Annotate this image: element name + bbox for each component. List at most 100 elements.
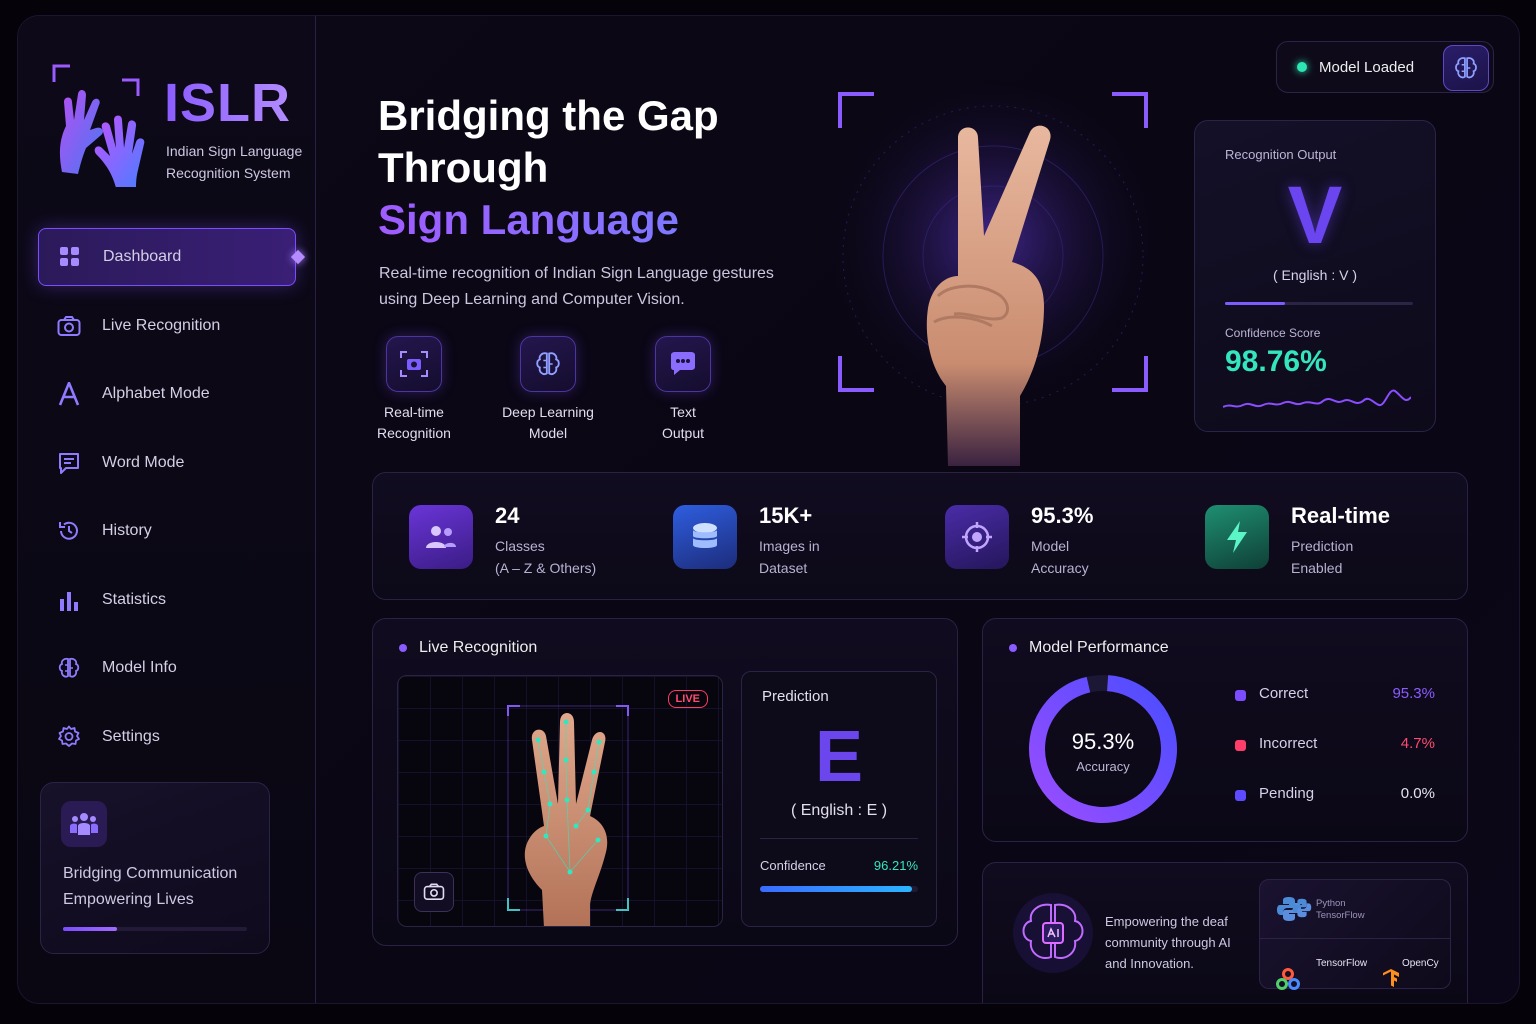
stat-label: Classes (A – Z & Others) xyxy=(495,535,596,579)
stat-label-line: Classes xyxy=(495,538,545,554)
legend-value: 4.7% xyxy=(1400,735,1435,752)
stat-label-line: Images in xyxy=(759,538,820,554)
legend-label: Correct xyxy=(1259,685,1309,702)
tech-python: Python TensorFlow xyxy=(1292,898,1365,922)
legend-swatch xyxy=(1235,740,1246,751)
mission-card: Bridging Communication Empowering Lives xyxy=(40,782,270,954)
mission-line-2: Empowering Lives xyxy=(63,891,194,908)
mission-text: Bridging Communication Empowering Lives xyxy=(63,861,263,913)
stat-label-line: Model xyxy=(1031,538,1070,554)
recognition-progress-fill xyxy=(1225,302,1285,305)
history-icon xyxy=(56,518,82,544)
tensorflow-logo-icon xyxy=(1383,969,1399,987)
legend-value: 0.0% xyxy=(1400,785,1435,802)
feature-label: Real-time xyxy=(384,404,444,420)
stat-label-line: Dataset xyxy=(759,560,808,576)
hand-sign-v-image xyxy=(823,86,1163,466)
sidebar-item-dashboard[interactable]: Dashboard xyxy=(38,228,296,286)
model-performance-panel: Model Performance 95.3% Accuracy Correct… xyxy=(982,618,1468,842)
model-status-pill[interactable]: Model Loaded xyxy=(1276,41,1494,93)
python-logo-icon xyxy=(1292,898,1312,918)
brain-icon[interactable] xyxy=(1443,45,1489,91)
legend-label: Pending xyxy=(1259,785,1315,802)
sidebar-item-live-recognition[interactable]: Live Recognition xyxy=(38,297,296,355)
camera-icon xyxy=(386,336,442,392)
tech-tensorflow: TensorFlow xyxy=(1316,958,1368,969)
bar-chart-icon xyxy=(56,587,82,613)
sidebar-item-word-mode[interactable]: Word Mode xyxy=(38,434,296,492)
confidence-score-label: Confidence Score xyxy=(1225,326,1321,340)
performance-title-text: Model Performance xyxy=(1029,639,1169,656)
stat-label-line: Enabled xyxy=(1291,560,1343,576)
title-dot xyxy=(399,644,407,652)
prediction-card: Prediction E ( English : E ) Confidence … xyxy=(741,671,937,927)
sidebar-item-label: Settings xyxy=(102,727,160,745)
sidebar-item-label: Word Mode xyxy=(102,453,185,471)
sidebar-item-model-info[interactable]: Model Info xyxy=(38,639,296,697)
status-dot xyxy=(1297,62,1307,72)
panel-title: Model Performance xyxy=(1009,639,1169,657)
sidebar-item-statistics[interactable]: Statistics xyxy=(38,571,296,629)
confidence-label: Confidence xyxy=(760,858,826,873)
brain-icon xyxy=(56,655,82,681)
legend-swatch xyxy=(1235,690,1246,701)
feature-label: Output xyxy=(661,425,705,441)
feature-text-output[interactable]: Text Output xyxy=(623,336,743,444)
legend-label: Incorrect xyxy=(1259,735,1318,752)
divider xyxy=(760,838,918,839)
donut-value: 95.3% xyxy=(1071,729,1135,754)
feature-deep-learning[interactable]: Deep Learning Model xyxy=(488,336,608,444)
recognition-output-label: Recognition Output xyxy=(1225,147,1337,162)
chat-icon xyxy=(655,336,711,392)
stat-value: Real-time xyxy=(1291,503,1391,528)
recognition-output-card: Recognition Output V ( English : V ) Con… xyxy=(1194,120,1436,432)
stat-label: Prediction Enabled xyxy=(1291,535,1353,579)
chat-icon xyxy=(56,450,82,476)
camera-feed[interactable]: LIVE xyxy=(397,675,723,927)
opencv-logo-icon xyxy=(1276,968,1300,990)
logo: ISLR Indian Sign Language Recognition Sy… xyxy=(52,62,312,192)
sidebar-item-label: History xyxy=(102,522,152,539)
camera-icon xyxy=(56,313,82,339)
stat-value: 24 xyxy=(495,503,520,528)
divider xyxy=(1260,938,1450,939)
stat-value: 15K+ xyxy=(759,503,813,528)
confidence-value: 96.21% xyxy=(873,858,918,873)
sidebar-item-alphabet-mode[interactable]: Alphabet Mode xyxy=(38,365,296,423)
tech-python-label: Python xyxy=(1316,898,1346,909)
recognized-letter: V xyxy=(1287,170,1343,261)
users-icon xyxy=(409,505,473,569)
model-status-label: Model Loaded xyxy=(1319,58,1415,76)
app-subtitle: Indian Sign Language Recognition System xyxy=(166,143,303,181)
grid-icon xyxy=(57,244,83,270)
mission-progress xyxy=(63,927,247,931)
confidence-bar xyxy=(760,886,918,892)
camera-capture-button[interactable] xyxy=(414,872,454,912)
app-window: ISLR Indian Sign Language Recognition Sy… xyxy=(17,15,1520,1004)
prediction-label: Prediction xyxy=(762,688,829,705)
tech-opencv: OpenCy xyxy=(1402,958,1439,969)
hands-logo-icon xyxy=(52,64,145,187)
legend-incorrect: Incorrect 4.7% xyxy=(1235,735,1435,755)
panel-title: Live Recognition xyxy=(399,639,537,657)
feature-label: Recognition xyxy=(377,425,451,441)
legend-swatch xyxy=(1235,790,1246,801)
sidebar-nav: Dashboard Live Recognition Alphabet Mode… xyxy=(38,228,296,776)
mission-line-1: Bridging Communication xyxy=(63,865,238,882)
feature-label: Text xyxy=(670,404,696,420)
feature-realtime[interactable]: Real-time Recognition xyxy=(354,336,474,444)
stat-value: 95.3% xyxy=(1031,503,1094,528)
donut-center: 95.3% Accuracy xyxy=(1023,729,1183,774)
sidebar-item-label: Statistics xyxy=(102,590,167,608)
about-text: Empowering the deaf community through AI… xyxy=(1105,914,1231,971)
stat-label: Model Accuracy xyxy=(1031,535,1089,579)
donut-label: Accuracy xyxy=(1076,759,1130,774)
lightning-icon xyxy=(1205,505,1269,569)
legend-value: 95.3% xyxy=(1392,685,1435,702)
sidebar-item-settings[interactable]: Settings xyxy=(38,708,296,766)
letter-a-icon xyxy=(56,381,82,407)
sidebar-item-history[interactable]: History xyxy=(38,502,296,560)
sidebar-item-label: Dashboard xyxy=(103,248,182,265)
tech-python-sublabel: TensorFlow xyxy=(1316,910,1365,921)
brain-icon xyxy=(520,336,576,392)
